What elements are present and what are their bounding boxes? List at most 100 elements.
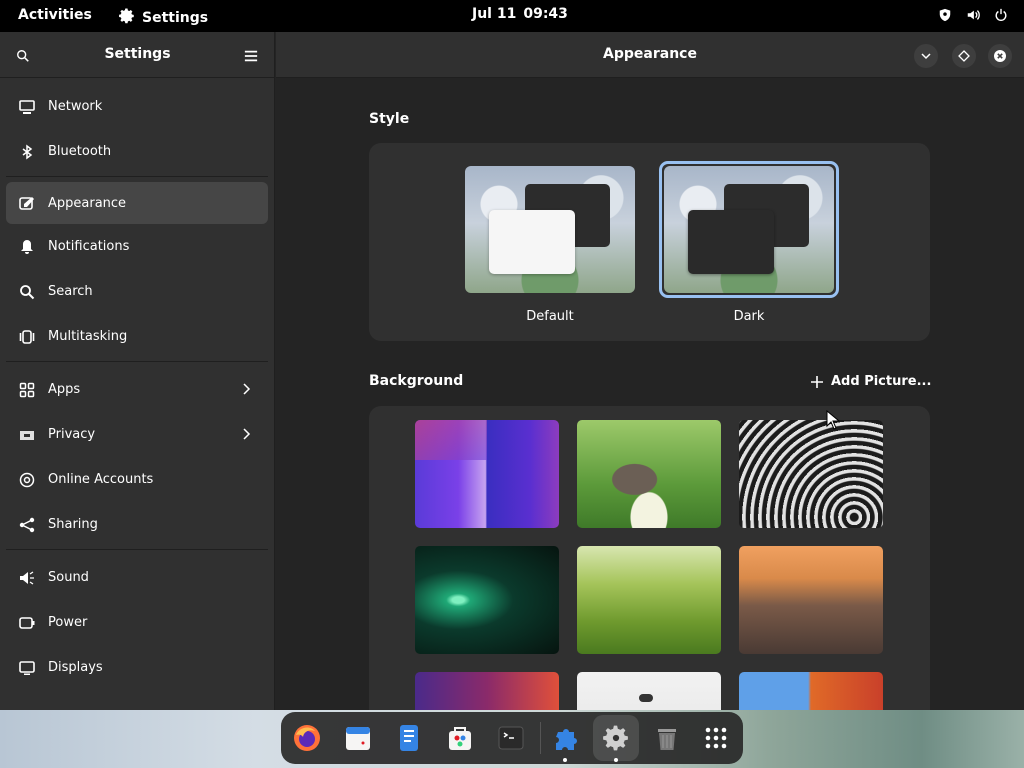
clock-date: Jul 11 — [472, 6, 517, 22]
preview-front-window — [489, 210, 575, 274]
background-section-title: Background — [369, 373, 464, 389]
sidebar-item-search[interactable]: Search — [6, 269, 268, 314]
close-button[interactable] — [988, 44, 1012, 68]
wallpaper-kitten-in-grass[interactable] — [577, 420, 721, 528]
app-grid-icon — [705, 727, 727, 749]
sidebar-item-sharing[interactable]: Sharing — [6, 502, 268, 547]
mouse-cursor-icon — [826, 410, 840, 430]
content-pane: Appearance Style Default Dark Background… — [276, 32, 1024, 710]
search-icon — [18, 283, 36, 301]
wallpaper-white-bird[interactable] — [577, 672, 721, 710]
text-editor-icon — [400, 725, 418, 751]
wallpaper-abstract-purple[interactable] — [415, 420, 559, 528]
plus-icon — [811, 375, 823, 388]
dock-separator — [540, 722, 541, 754]
sidebar-item-label: Sharing — [48, 517, 98, 532]
sidebar-item-label: Apps — [48, 382, 81, 397]
sidebar-item-displays[interactable]: Displays — [6, 645, 268, 690]
software-icon — [449, 727, 471, 750]
sidebar-item-apps[interactable]: Apps — [6, 367, 268, 412]
privacy-icon — [18, 426, 36, 444]
dock-software[interactable] — [442, 720, 478, 756]
add-picture-label: Add Picture... — [831, 374, 932, 389]
wallpaper-green-hills[interactable] — [577, 546, 721, 654]
sidebar-item-label: Notifications — [48, 239, 130, 254]
diamond-icon — [958, 50, 970, 62]
clock-time: 09:43 — [523, 6, 568, 22]
firefox-icon — [294, 725, 320, 751]
dock-trash[interactable] — [649, 720, 685, 756]
dock-firefox[interactable] — [289, 720, 325, 756]
close-icon — [994, 50, 1006, 62]
sidebar-item-label: Power — [48, 615, 88, 630]
minimize-button[interactable] — [914, 44, 938, 68]
apps-icon — [18, 381, 36, 399]
sidebar-item-label: Privacy — [48, 427, 96, 442]
chevron-down-icon — [921, 53, 931, 60]
sidebar-separator — [6, 549, 268, 550]
sidebar-item-power[interactable]: Power — [6, 600, 268, 645]
add-picture-button[interactable]: Add Picture... — [811, 374, 931, 389]
wallpaper-purple-orange-gradient[interactable] — [415, 672, 559, 710]
dock-text-editor[interactable] — [391, 720, 427, 756]
trash-icon — [658, 729, 676, 750]
wallpaper-spiral-architecture[interactable] — [739, 420, 883, 528]
sidebar-item-multitasking[interactable]: Multitasking — [6, 314, 268, 359]
sidebar-item-label: Online Accounts — [48, 472, 154, 487]
sidebar-item-label: Displays — [48, 660, 103, 675]
wallpaper-detail — [415, 420, 487, 460]
dock-app-grid[interactable] — [698, 720, 734, 756]
wallpaper-green-light-burst[interactable] — [415, 546, 559, 654]
style-option-dark[interactable]: Dark — [659, 161, 839, 324]
system-tray[interactable] — [938, 8, 1008, 26]
dock-settings[interactable] — [598, 720, 634, 762]
sidebar-item-label: Multitasking — [48, 329, 128, 344]
chevron-right-icon — [240, 427, 252, 441]
sidebar-item-label: Appearance — [48, 195, 127, 211]
style-option-label: Dark — [733, 309, 765, 324]
volume-icon — [966, 8, 980, 26]
bluetooth-icon — [18, 143, 36, 161]
app-menu[interactable]: Settings — [118, 7, 208, 29]
wallpaper-colorful-blocks[interactable] — [739, 672, 883, 710]
sidebar-item-label: Search — [48, 284, 93, 299]
style-option-label: Default — [526, 309, 574, 324]
clock[interactable]: Jul 11 09:43 — [472, 6, 568, 22]
share-icon — [18, 516, 36, 534]
sidebar-item-notifications[interactable]: Notifications — [6, 224, 268, 269]
activities-button[interactable]: Activities — [18, 7, 92, 23]
hamburger-menu-icon[interactable] — [244, 48, 258, 62]
dock-terminal[interactable] — [493, 720, 529, 756]
style-option-default[interactable]: Default — [465, 166, 635, 324]
sidebar-item-bluetooth[interactable]: Bluetooth — [6, 129, 268, 174]
sidebar-item-label: Bluetooth — [48, 144, 112, 159]
sidebar: Settings Network Bluetooth Appearance No… — [0, 32, 275, 710]
sidebar-item-network[interactable]: Network — [6, 84, 268, 129]
wallpaper-city-sunset[interactable] — [739, 546, 883, 654]
extensions-icon — [556, 729, 577, 750]
speaker-icon — [18, 569, 36, 587]
sidebar-header: Settings — [0, 32, 274, 78]
page-title: Appearance — [603, 46, 697, 62]
sidebar-item-privacy[interactable]: Privacy — [6, 412, 268, 457]
sidebar-item-sound[interactable]: Sound — [6, 555, 268, 600]
shield-icon — [938, 8, 952, 26]
settings-icon — [603, 725, 628, 751]
calendar-icon — [346, 727, 370, 750]
settings-window: Settings Network Bluetooth Appearance No… — [0, 32, 1024, 710]
sidebar-item-label: Sound — [48, 570, 89, 585]
style-card: Default Dark — [369, 143, 930, 341]
top-bar: Activities Settings Jul 11 09:43 — [0, 0, 1024, 32]
terminal-icon — [498, 726, 524, 750]
sidebar-item-appearance[interactable]: Appearance — [6, 182, 268, 224]
maximize-button[interactable] — [952, 44, 976, 68]
sidebar-item-online-accounts[interactable]: Online Accounts — [6, 457, 268, 502]
content-header: Appearance — [276, 32, 1024, 78]
running-indicator — [614, 758, 618, 762]
dock-calendar[interactable] — [340, 720, 376, 756]
power-icon — [994, 8, 1008, 26]
dock-extensions[interactable] — [547, 720, 583, 762]
power-icon — [18, 614, 36, 632]
multitasking-icon — [18, 328, 36, 346]
background-card — [369, 406, 930, 710]
